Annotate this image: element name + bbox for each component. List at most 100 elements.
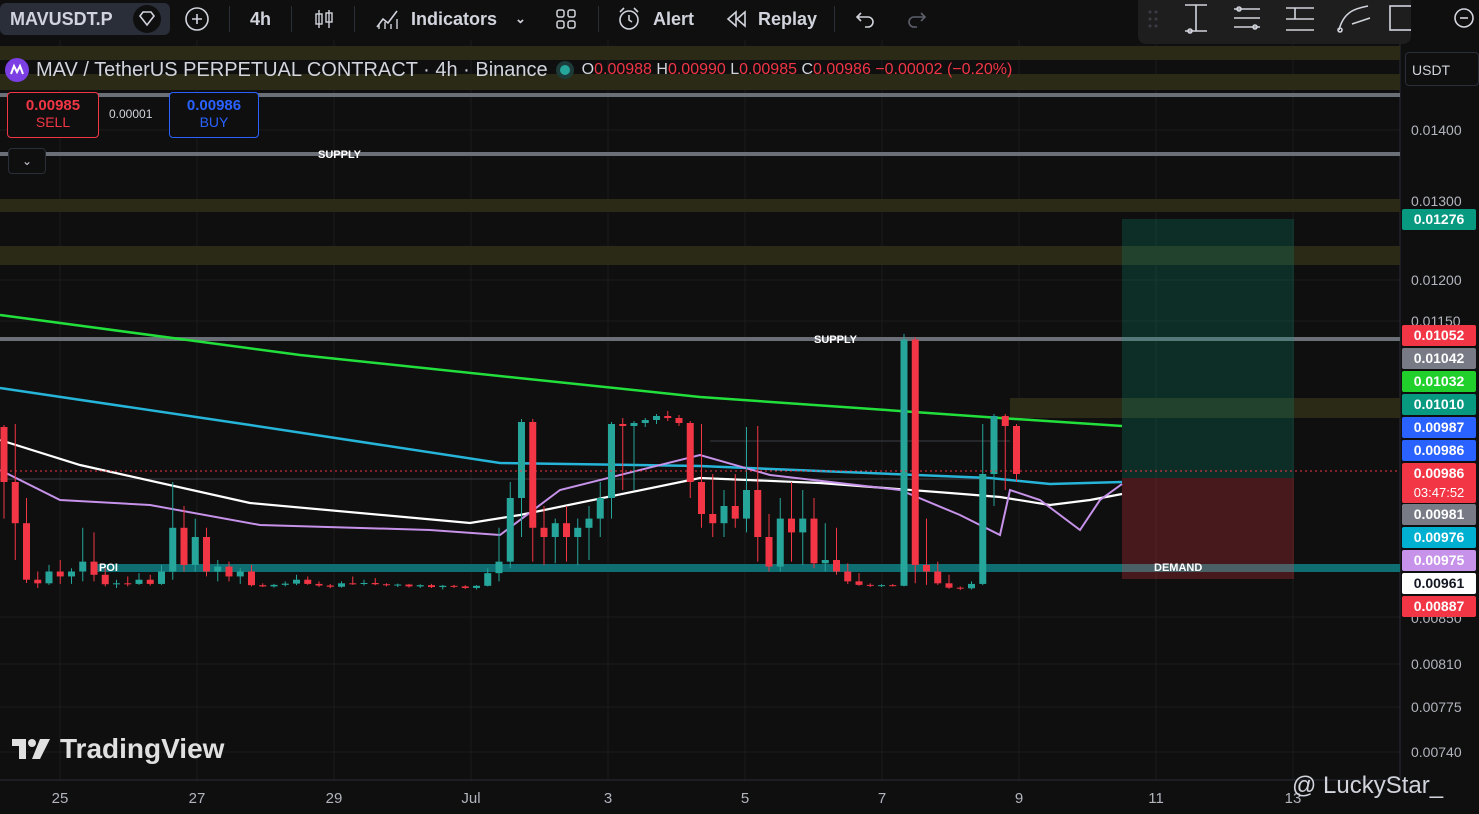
candle-body: [79, 561, 87, 572]
candle-body: [0, 427, 8, 482]
sell-button[interactable]: 0.00985 SELL: [7, 92, 99, 138]
candle-body: [641, 420, 649, 423]
bar-countdown: 03:47:52: [1413, 485, 1465, 500]
x-tick: 29: [325, 790, 343, 807]
candle-body: [461, 586, 469, 588]
candles-type-icon[interactable]: [312, 0, 336, 38]
candle-body: [270, 584, 278, 587]
zone-label-poi: POI: [99, 562, 118, 574]
candle-body: [34, 579, 42, 584]
replay-icon[interactable]: [724, 0, 748, 38]
legend-title[interactable]: MAV / TetherUS PERPETUAL CONTRACT · 4h ·…: [36, 59, 548, 82]
drawing-tools-panel: [1138, 0, 1413, 44]
candle-body: [203, 537, 210, 572]
candle-body: [630, 423, 638, 426]
x-tick: 9: [1014, 790, 1024, 807]
symbol-label[interactable]: MAVUSDT.P: [10, 0, 113, 38]
x-tick: 7: [877, 790, 887, 807]
candle-body: [956, 587, 964, 589]
candle-body: [180, 527, 188, 565]
candle-body: [416, 585, 424, 587]
add-symbol-icon[interactable]: [183, 0, 211, 38]
candle-body: [23, 523, 30, 580]
candle-body: [653, 416, 660, 420]
candle-body: [731, 506, 739, 519]
price-tag: 0.01042: [1402, 348, 1476, 369]
ohlc-close: 0.00986: [813, 61, 871, 78]
candle-body: [473, 585, 480, 588]
mav-logo-icon: [5, 58, 29, 82]
candle-body: [979, 474, 987, 584]
candle-body: [191, 537, 199, 565]
candle-body: [304, 579, 312, 584]
indicators-icon[interactable]: [375, 0, 401, 38]
ohlc-low: 0.00985: [739, 61, 797, 78]
candle-body: [360, 583, 368, 584]
x-tick: 3: [603, 790, 613, 807]
candle-body: [281, 583, 289, 585]
price-tag-ema-white: 0.00961: [1402, 573, 1476, 594]
collapse-chevron-icon[interactable]: ⌄: [8, 148, 46, 174]
candle-body: [551, 523, 559, 537]
undo-icon[interactable]: [853, 0, 877, 38]
chart-legend: MAV / TetherUS PERPETUAL CONTRACT · 4h ·…: [4, 57, 1012, 83]
candle-body: [113, 583, 120, 585]
redo-icon[interactable]: [905, 0, 929, 38]
alert-icon[interactable]: [615, 0, 643, 38]
y-tick: 0.01300: [1411, 193, 1462, 209]
price-tag: 0.01052: [1402, 325, 1476, 346]
long-position-box: [1122, 219, 1294, 579]
ohlc-open: 0.00988: [594, 61, 652, 78]
zone-label-supply: SUPPLY: [318, 149, 362, 161]
candle-body: [371, 583, 379, 585]
candle-body: [349, 583, 357, 585]
candle-body: [754, 490, 762, 537]
candle-body: [675, 418, 683, 423]
candle-body: [585, 518, 593, 528]
x-tick: 11: [1148, 790, 1164, 807]
x-tick: 5: [740, 790, 750, 807]
x-tick: 27: [188, 790, 206, 807]
candle-body: [506, 498, 514, 562]
candle-body: [765, 537, 773, 567]
zone-label-supply: SUPPLY: [814, 334, 858, 346]
price-tag-ema-blue: 0.00976: [1402, 527, 1476, 548]
candle-body: [158, 571, 165, 584]
price-tag-stop: 0.00887: [1402, 596, 1476, 617]
price-tag: 0.00981: [1402, 504, 1476, 525]
currency-select[interactable]: USDT: [1405, 52, 1479, 86]
chevron-down-icon[interactable]: ⌄: [515, 0, 526, 38]
buy-button[interactable]: 0.00986 BUY: [169, 92, 259, 138]
candle-body: [968, 583, 975, 589]
interval-button[interactable]: 4h: [250, 0, 271, 38]
y-tick: 0.01400: [1411, 122, 1462, 138]
candle-body: [709, 514, 717, 524]
x-tick: 25: [51, 790, 69, 807]
diamond-icon[interactable]: [132, 0, 162, 38]
tradingview-logo: TradingView: [10, 733, 224, 765]
indicators-button[interactable]: Indicators: [411, 0, 497, 38]
ohlc-high: 0.00990: [667, 61, 726, 78]
author-credit: @ LuckyStar_: [1292, 772, 1444, 799]
candle-body: [911, 339, 919, 565]
sell-price: 0.00985: [25, 97, 81, 114]
watermark-text: TradingView: [60, 733, 225, 764]
y-tick: 0.00775: [1411, 699, 1462, 715]
candle-body: [45, 571, 53, 584]
candle-body: [101, 574, 109, 585]
ema-green-line: [0, 313, 1123, 428]
candle-body: [799, 518, 807, 533]
candle-body: [90, 561, 98, 575]
replay-button[interactable]: Replay: [758, 0, 817, 38]
ema-white-line: [0, 438, 1123, 525]
candle-body: [214, 566, 222, 572]
profit-zone: [1122, 219, 1294, 478]
zoom-icon[interactable]: [1448, 0, 1478, 38]
drawing-tools-icons[interactable]: [1138, 0, 1413, 44]
alert-button[interactable]: Alert: [653, 0, 694, 38]
x-tick: Jul: [461, 790, 481, 807]
candle-body: [405, 584, 413, 587]
candle-body: [68, 571, 75, 577]
candle-body: [833, 560, 840, 572]
layouts-icon[interactable]: [554, 0, 578, 38]
